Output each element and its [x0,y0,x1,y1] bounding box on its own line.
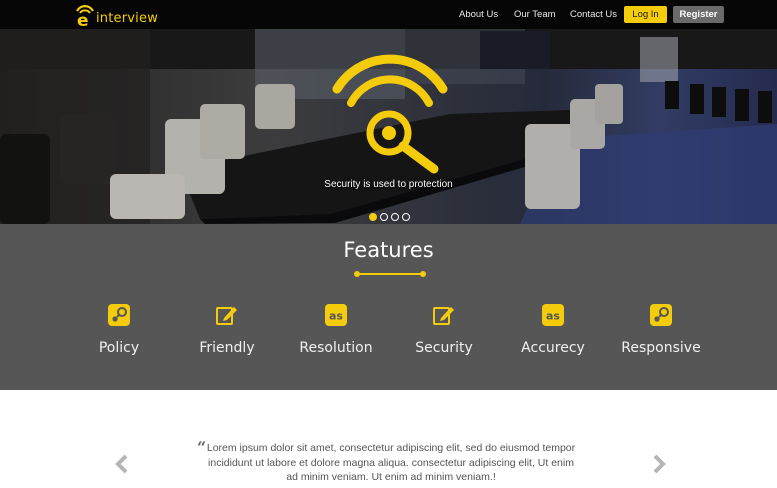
hero-background-image [0,29,777,224]
svg-text:as: as [329,310,343,323]
feature-responsive[interactable]: Responsive [606,304,716,356]
feature-label: Resolution [299,340,373,356]
feature-friendly[interactable]: Friendly [172,304,282,356]
login-button[interactable]: Log In [624,6,667,23]
brand-logo[interactable]: e interview [74,3,159,31]
feature-label: Policy [98,340,140,356]
testimonial-text: Lorem ipsum dolor sit amet, consectetur … [206,442,576,483]
feature-resolution[interactable]: as Resolution [281,304,391,356]
feature-label: Security [415,340,473,356]
title-divider [354,271,426,277]
slider-dots [369,213,410,221]
slider-dot-3[interactable] [391,213,399,221]
steam-icon [108,304,130,326]
slider-dot-1[interactable] [369,213,377,221]
lastfm-icon: as [325,304,347,326]
logo-wifi-icon: e [74,3,96,31]
hero-slider: Security is used to protection [0,29,777,224]
brand-name: interview [96,11,159,26]
lastfm-icon: as [542,304,564,326]
feature-security[interactable]: Security [389,304,499,356]
nav-link-our-team[interactable]: Our Team [514,9,556,20]
steam-icon [650,304,672,326]
hero-caption: Security is used to protection [324,179,453,190]
chevron-right-icon[interactable] [651,454,667,474]
feature-accurecy[interactable]: as Accurecy [498,304,608,356]
feature-label: Friendly [199,340,255,356]
edit-icon [433,307,454,325]
feature-label: Responsive [621,340,701,356]
chevron-left-icon[interactable] [114,454,130,474]
testimonial-section: “ Lorem ipsum dolor sit amet, consectetu… [0,390,777,488]
svg-text:as: as [546,310,560,323]
svg-text:e: e [77,11,89,27]
slider-dot-2[interactable] [380,213,388,221]
nav-link-about-us[interactable]: About Us [459,9,498,20]
edit-icon [216,307,237,325]
nav-link-contact-us[interactable]: Contact Us [570,9,617,20]
slider-dot-4[interactable] [402,213,410,221]
features-title: Features [343,238,434,262]
features-section: Features Policy Friendly as Resolution S… [0,224,777,390]
feature-policy[interactable]: Policy [64,304,174,356]
register-button[interactable]: Register [673,6,724,23]
feature-label: Accurecy [521,340,585,356]
top-navbar: e interview About Us Our Team Contact Us… [0,0,777,31]
